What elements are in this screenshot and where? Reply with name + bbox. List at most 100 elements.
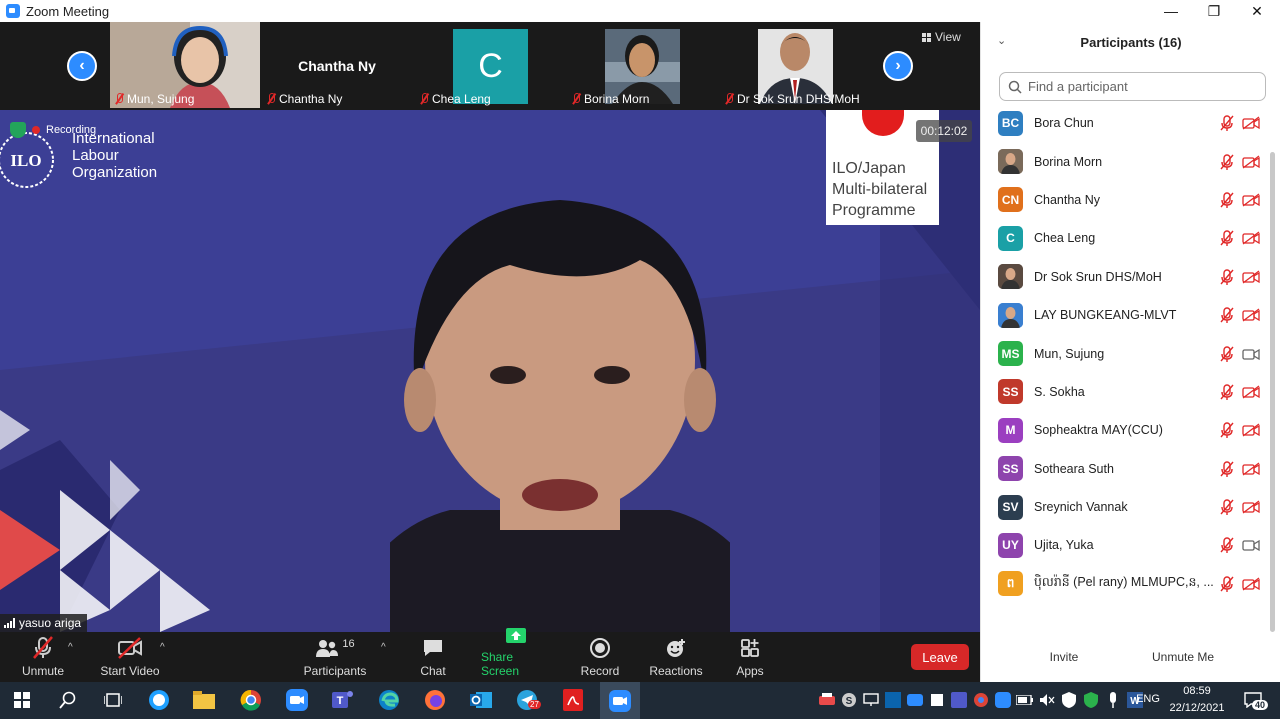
thumb-participant[interactable]: Dr Sok Srun DHS/MoH [720,22,870,108]
security-icon[interactable] [1060,687,1078,713]
firefox-icon[interactable] [422,687,448,713]
volume-icon[interactable] [1038,687,1056,713]
participant-row[interactable]: SV Sreynich Vannak [981,488,1271,526]
unmute-me-button[interactable]: Unmute Me [1145,646,1221,668]
notifications-icon[interactable]: 40 [1238,687,1269,713]
video-options-caret[interactable]: ^ [160,642,165,653]
minimize-button[interactable]: — [1151,0,1191,22]
participant-row[interactable]: SS S. Sokha [981,373,1271,411]
avatar: SS [998,456,1023,482]
chat-button[interactable]: Chat [413,632,453,682]
participant-list-scrollbar[interactable] [1270,106,1275,632]
search-input[interactable] [1028,79,1248,94]
close-button[interactable]: ✕ [1237,0,1277,22]
scrollbar-thumb[interactable] [1270,152,1275,632]
muted-mic-icon [28,636,58,660]
clock-date[interactable]: 22/12/2021 [1166,702,1228,714]
thumb-participant[interactable]: Chantha Ny Chantha Ny [262,22,412,108]
participant-row[interactable]: CN Chantha Ny [981,181,1271,219]
edge-icon[interactable] [376,687,402,713]
muted-mic-icon [724,93,734,105]
participant-row[interactable]: ព ប៉ិលរ៉ានី (Pel rany) MLMUPC,ន, ... [981,565,1271,603]
shield-tray-icon[interactable] [1082,687,1100,713]
invite-button[interactable]: Invite [1039,646,1089,668]
teams-tray-icon[interactable] [950,687,968,713]
muted-mic-icon [1220,576,1234,592]
messenger-icon[interactable] [146,687,172,713]
logo-line: Labour [72,147,119,164]
bluetooth-icon[interactable] [906,687,924,713]
participant-row[interactable]: BC Bora Chun [981,104,1271,142]
muted-mic-icon [571,93,581,105]
teams-icon[interactable]: T [330,687,356,713]
outlook-tray-icon[interactable] [884,687,902,713]
participant-name: Sopheaktra MAY(CCU) [1034,423,1163,438]
thumb-participant[interactable]: Borina Morn [567,22,717,108]
thumb-label: Borina Morn [571,92,649,106]
zoom-active-icon[interactable] [600,682,640,719]
participant-row[interactable]: LAY BUNGKEANG-MLVT [981,296,1271,334]
participant-search[interactable] [999,72,1266,101]
video-off-icon [1242,385,1260,399]
outlook-icon[interactable] [468,687,494,713]
record-icon [585,636,615,660]
participant-row[interactable]: M Sopheaktra MAY(CCU) [981,411,1271,449]
video-on-icon [1242,538,1260,552]
battery-icon[interactable] [1016,687,1034,713]
tray-app-icon[interactable] [818,687,836,713]
participant-row[interactable]: MS Mun, Sujung [981,334,1271,372]
record-button[interactable]: Record [580,632,620,682]
search-icon[interactable] [55,687,81,713]
participant-row[interactable]: Borina Morn [981,142,1271,180]
unmute-button[interactable]: Unmute [22,632,64,682]
task-view-icon[interactable] [100,687,126,713]
file-explorer-icon[interactable] [191,687,217,713]
audio-options-caret[interactable]: ^ [68,642,73,653]
participants-options-caret[interactable]: ^ [381,642,386,653]
zoom-tray-icon[interactable] [994,687,1012,713]
telegram-icon[interactable]: 27 [514,687,541,713]
device-icon[interactable] [928,687,946,713]
participant-name: Chea Leng [1034,231,1096,246]
clock-time[interactable]: 08:59 [1166,685,1228,697]
participant-row[interactable]: Dr Sok Srun DHS/MoH [981,258,1271,296]
video-off-icon [1242,155,1260,169]
thumb-participant[interactable]: C Chea Leng [415,22,565,108]
muted-mic-icon [419,93,429,105]
security-shield-icon [10,122,26,138]
network-icon[interactable] [862,687,880,713]
speaker-name-label: yasuo ariga [0,614,88,632]
video-off-icon [1242,500,1260,514]
skype-icon[interactable]: S [840,687,858,713]
participant-row[interactable]: SS Sotheara Suth [981,450,1271,488]
leave-button[interactable]: Leave [911,644,969,670]
zoom-icon[interactable] [284,687,310,713]
participants-button[interactable]: 16 Participants [303,632,367,682]
windows-start-icon[interactable] [9,687,35,713]
apps-button[interactable]: Apps [730,632,770,682]
svg-text:S: S [846,696,853,707]
chevron-down-icon[interactable]: ⌄ [997,34,1006,47]
acrobat-icon[interactable] [560,687,586,713]
participant-list: BC Bora Chun Borina Morn CN Chantha Ny C Chea … [981,104,1271,603]
participant-row[interactable]: C Chea Leng [981,219,1271,257]
language-indicator[interactable]: ENG [1134,693,1162,705]
thumb-label: Dr Sok Srun DHS/MoH [724,92,860,106]
recording-indicator: Recording [10,122,96,138]
reactions-button[interactable]: Reactions [648,632,704,682]
chrome-icon[interactable] [238,687,264,713]
start-video-button[interactable]: Start Video [100,632,160,682]
view-button[interactable]: View [922,30,961,44]
participant-row[interactable]: UY Ujita, Yuka [981,526,1271,564]
prev-page-button[interactable]: ‹ [67,51,97,81]
participant-name: Mun, Sujung [1034,346,1105,361]
muted-mic-icon [1220,537,1234,554]
next-page-button[interactable]: › [883,51,913,81]
share-screen-button[interactable]: Share Screen [481,628,551,682]
restore-button[interactable]: ❐ [1194,0,1234,22]
thumb-participant[interactable]: Mun, Sujung [110,22,260,108]
microphone-icon[interactable] [1104,687,1122,713]
zoom-app-icon [6,4,20,18]
chrome-tray-icon[interactable] [972,687,990,713]
muted-mic-icon [1220,307,1234,324]
